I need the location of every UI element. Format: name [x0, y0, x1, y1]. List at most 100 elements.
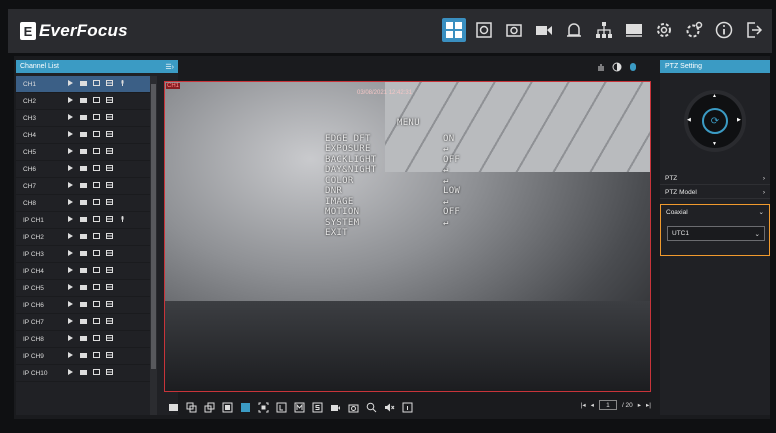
- first-page-icon[interactable]: |◂: [581, 401, 586, 409]
- live-video-view[interactable]: CH1 03/08/2021 12:42:31 MENU EDGE DFT ON E…: [164, 81, 651, 392]
- snapshot-icon[interactable]: [502, 18, 526, 42]
- folder-icon[interactable]: [80, 97, 87, 105]
- channel-row[interactable]: CH5: [16, 144, 150, 161]
- image-icon[interactable]: [106, 80, 113, 88]
- channel-list-toggle[interactable]: ☰›: [165, 63, 174, 71]
- image-icon[interactable]: [106, 284, 113, 292]
- channel-row[interactable]: IP CH8: [16, 331, 150, 348]
- ptz-down-icon[interactable]: ▼: [712, 141, 717, 147]
- camera-icon[interactable]: [93, 267, 100, 275]
- image-icon[interactable]: [106, 335, 113, 343]
- channel-row[interactable]: CH8: [16, 195, 150, 212]
- folder-icon[interactable]: [80, 165, 87, 173]
- ptz-joystick[interactable]: ▲ ▼ ◀ ▶ ⟳: [684, 90, 746, 152]
- image-icon[interactable]: [106, 199, 113, 207]
- channel-row[interactable]: CH2: [16, 93, 150, 110]
- logout-icon[interactable]: [742, 18, 766, 42]
- camera-icon[interactable]: [93, 148, 100, 156]
- camera-icon[interactable]: [93, 131, 100, 139]
- image-icon[interactable]: [106, 352, 113, 360]
- camera-icon[interactable]: [93, 250, 100, 258]
- play-icon[interactable]: [67, 182, 74, 190]
- camera-icon[interactable]: [93, 182, 100, 190]
- record-icon[interactable]: [532, 18, 556, 42]
- settings-icon[interactable]: [652, 18, 676, 42]
- play-icon[interactable]: [67, 369, 74, 377]
- protocol-select[interactable]: UTC1 ⌄: [667, 226, 765, 241]
- microphone-icon[interactable]: [119, 216, 126, 224]
- folder-icon[interactable]: [80, 80, 87, 88]
- folder-icon[interactable]: [80, 233, 87, 241]
- channel-row[interactable]: CH6: [16, 161, 150, 178]
- color-icon[interactable]: [628, 59, 638, 71]
- image-icon[interactable]: [106, 97, 113, 105]
- image-icon[interactable]: [106, 267, 113, 275]
- channel-row[interactable]: CH7: [16, 178, 150, 195]
- network-icon[interactable]: [592, 18, 616, 42]
- camera-icon[interactable]: [93, 199, 100, 207]
- zoom-icon[interactable]: [366, 402, 377, 413]
- prev-screen-icon[interactable]: [186, 402, 197, 413]
- microphone-icon[interactable]: [119, 80, 126, 88]
- ptz-row[interactable]: PTZ ›: [660, 172, 770, 185]
- coaxial-row[interactable]: Coaxial ⌄: [661, 205, 769, 219]
- zoom-area-icon[interactable]: [258, 402, 269, 413]
- folder-icon[interactable]: [80, 182, 87, 190]
- play-icon[interactable]: [67, 114, 74, 122]
- image-icon[interactable]: [106, 301, 113, 309]
- page-input[interactable]: 1: [598, 400, 617, 410]
- channel-row[interactable]: IP CH9: [16, 348, 150, 365]
- image-icon[interactable]: [106, 318, 113, 326]
- folder-icon[interactable]: [80, 216, 87, 224]
- ptz-right-icon[interactable]: ▶: [737, 117, 741, 123]
- folder-icon[interactable]: [80, 131, 87, 139]
- scroll-thumb[interactable]: [151, 84, 156, 369]
- ptz-up-icon[interactable]: ▲: [712, 93, 717, 99]
- last-page-icon[interactable]: ▸|: [646, 401, 651, 409]
- folder-icon[interactable]: [80, 301, 87, 309]
- folder-icon[interactable]: [80, 352, 87, 360]
- channel-list-scrollbar[interactable]: [150, 76, 157, 415]
- camera-icon[interactable]: [93, 216, 100, 224]
- camera-icon[interactable]: [93, 301, 100, 309]
- folder-icon[interactable]: [80, 114, 87, 122]
- mute-icon[interactable]: [384, 402, 395, 413]
- image-icon[interactable]: [106, 369, 113, 377]
- image-icon[interactable]: [106, 148, 113, 156]
- play-icon[interactable]: [67, 250, 74, 258]
- play-icon[interactable]: [67, 352, 74, 360]
- camera-icon[interactable]: [93, 233, 100, 241]
- play-icon[interactable]: [67, 284, 74, 292]
- channel-row[interactable]: IP CH5: [16, 280, 150, 297]
- play-icon[interactable]: [67, 301, 74, 309]
- camera-icon[interactable]: [93, 80, 100, 88]
- hand-icon[interactable]: [596, 59, 606, 71]
- prev-page-icon[interactable]: ◂: [591, 401, 594, 409]
- play-icon[interactable]: [67, 233, 74, 241]
- play-icon[interactable]: [67, 165, 74, 173]
- channel-row[interactable]: IP CH3: [16, 246, 150, 263]
- channel-row[interactable]: IP CH7: [16, 314, 150, 331]
- s-mode-icon[interactable]: [312, 402, 323, 413]
- camera-snapshot-icon[interactable]: [348, 402, 359, 413]
- advanced-settings-icon[interactable]: [682, 18, 706, 42]
- record-clip-icon[interactable]: [330, 402, 341, 413]
- channel-row[interactable]: IP CH4: [16, 263, 150, 280]
- camera-icon[interactable]: [93, 165, 100, 173]
- single-view-icon[interactable]: [240, 402, 251, 413]
- image-icon[interactable]: [106, 216, 113, 224]
- camera-icon[interactable]: [93, 352, 100, 360]
- folder-icon[interactable]: [80, 250, 87, 258]
- camera-icon[interactable]: [93, 97, 100, 105]
- l-mode-icon[interactable]: [276, 402, 287, 413]
- next-screen-icon[interactable]: [204, 402, 215, 413]
- play-icon[interactable]: [67, 199, 74, 207]
- camera-icon[interactable]: [93, 369, 100, 377]
- channel-row[interactable]: IP CH6: [16, 297, 150, 314]
- play-icon[interactable]: [67, 131, 74, 139]
- info-panel-icon[interactable]: [402, 402, 413, 413]
- play-icon[interactable]: [67, 148, 74, 156]
- image-icon[interactable]: [106, 250, 113, 258]
- info-icon[interactable]: [712, 18, 736, 42]
- folder-icon[interactable]: [80, 284, 87, 292]
